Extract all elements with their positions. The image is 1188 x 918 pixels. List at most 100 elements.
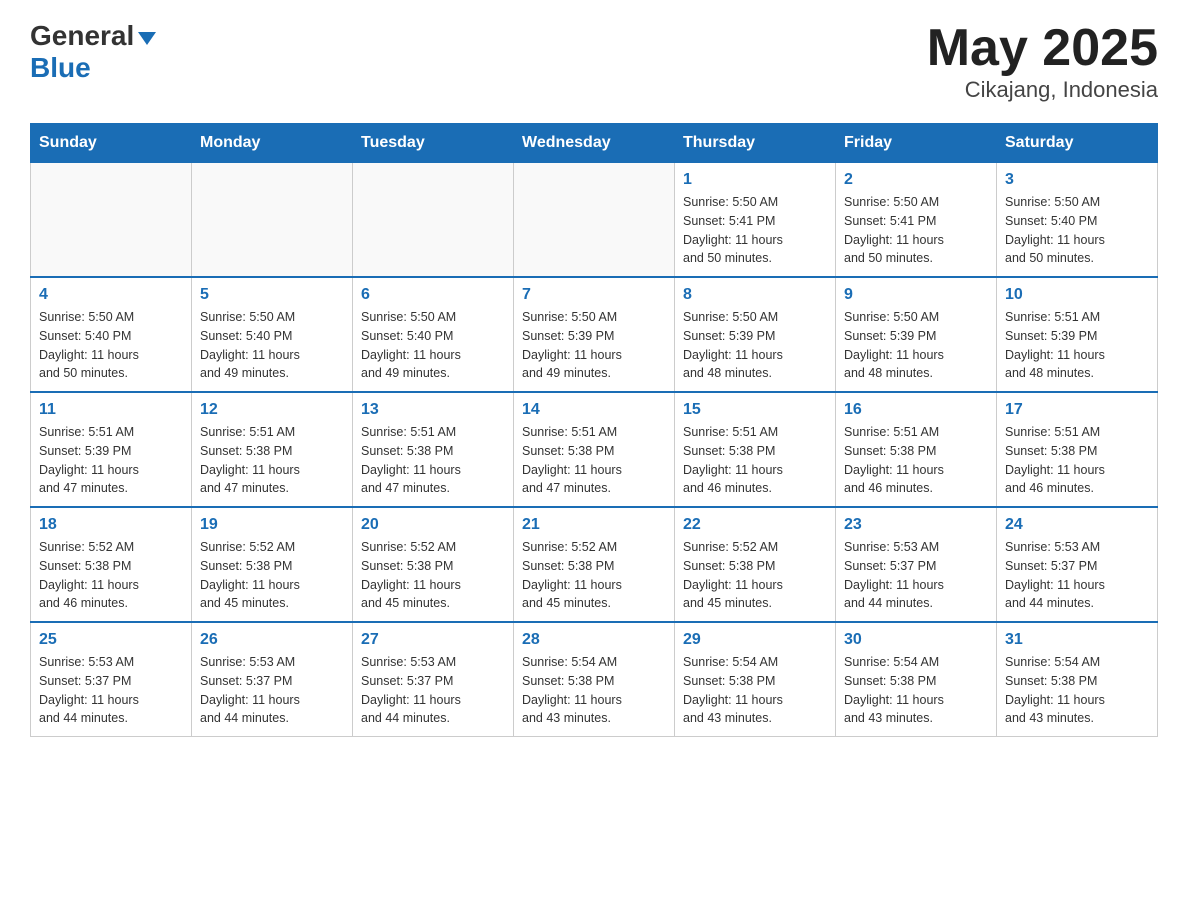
day-number: 31	[1005, 631, 1149, 649]
day-info: Sunrise: 5:54 AM Sunset: 5:38 PM Dayligh…	[1005, 653, 1149, 728]
table-row: 24 Sunrise: 5:53 AM Sunset: 5:37 PM Dayli…	[997, 507, 1158, 622]
logo-triangle-icon	[138, 32, 156, 45]
calendar-subtitle: Cikajang, Indonesia	[927, 77, 1158, 103]
title-block: May 2025 Cikajang, Indonesia	[927, 20, 1158, 103]
day-info: Sunrise: 5:50 AM Sunset: 5:41 PM Dayligh…	[683, 193, 827, 268]
day-info: Sunrise: 5:51 AM Sunset: 5:38 PM Dayligh…	[522, 423, 666, 498]
logo-blue-row: Blue	[30, 52, 91, 84]
table-row: 1 Sunrise: 5:50 AM Sunset: 5:41 PM Daylig…	[675, 163, 836, 278]
day-number: 26	[200, 631, 344, 649]
table-row: 18 Sunrise: 5:52 AM Sunset: 5:38 PM Dayli…	[31, 507, 192, 622]
day-info: Sunrise: 5:52 AM Sunset: 5:38 PM Dayligh…	[522, 538, 666, 613]
table-row: 4Sunrise: 5:50 AM Sunset: 5:40 PM Daylig…	[31, 277, 192, 392]
day-info: Sunrise: 5:51 AM Sunset: 5:39 PM Dayligh…	[39, 423, 183, 498]
table-row: 10Sunrise: 5:51 AM Sunset: 5:39 PM Dayli…	[997, 277, 1158, 392]
table-row	[31, 163, 192, 278]
day-info: Sunrise: 5:50 AM Sunset: 5:40 PM Dayligh…	[200, 308, 344, 383]
day-number: 17	[1005, 401, 1149, 419]
day-number: 10	[1005, 286, 1149, 304]
day-number: 14	[522, 401, 666, 419]
table-row: 17 Sunrise: 5:51 AM Sunset: 5:38 PM Dayli…	[997, 392, 1158, 507]
table-row: 19Sunrise: 5:52 AM Sunset: 5:38 PM Dayli…	[192, 507, 353, 622]
table-row	[353, 163, 514, 278]
day-info: Sunrise: 5:51 AM Sunset: 5:38 PM Dayligh…	[1005, 423, 1149, 498]
calendar-week-row: 18 Sunrise: 5:52 AM Sunset: 5:38 PM Dayli…	[31, 507, 1158, 622]
day-number: 29	[683, 631, 827, 649]
day-number: 21	[522, 516, 666, 534]
day-number: 3	[1005, 171, 1149, 189]
day-number: 6	[361, 286, 505, 304]
table-row: 11 Sunrise: 5:51 AM Sunset: 5:39 PM Dayli…	[31, 392, 192, 507]
day-number: 30	[844, 631, 988, 649]
day-info: Sunrise: 5:51 AM Sunset: 5:38 PM Dayligh…	[844, 423, 988, 498]
day-number: 2	[844, 171, 988, 189]
day-info: Sunrise: 5:52 AM Sunset: 5:38 PM Dayligh…	[39, 538, 183, 613]
day-info: Sunrise: 5:54 AM Sunset: 5:38 PM Dayligh…	[522, 653, 666, 728]
table-row: 5 Sunrise: 5:50 AM Sunset: 5:40 PM Daylig…	[192, 277, 353, 392]
logo-blue-text: Blue	[30, 52, 91, 83]
day-info: Sunrise: 5:53 AM Sunset: 5:37 PM Dayligh…	[1005, 538, 1149, 613]
day-info: Sunrise: 5:53 AM Sunset: 5:37 PM Dayligh…	[361, 653, 505, 728]
day-number: 8	[683, 286, 827, 304]
table-row: 16 Sunrise: 5:51 AM Sunset: 5:38 PM Dayli…	[836, 392, 997, 507]
day-info: Sunrise: 5:53 AM Sunset: 5:37 PM Dayligh…	[200, 653, 344, 728]
table-row: 27 Sunrise: 5:53 AM Sunset: 5:37 PM Dayli…	[353, 622, 514, 737]
day-info: Sunrise: 5:50 AM Sunset: 5:39 PM Dayligh…	[683, 308, 827, 383]
table-row: 15Sunrise: 5:51 AM Sunset: 5:38 PM Dayli…	[675, 392, 836, 507]
logo-general-row: General	[30, 20, 156, 52]
table-row: 29Sunrise: 5:54 AM Sunset: 5:38 PM Dayli…	[675, 622, 836, 737]
day-number: 22	[683, 516, 827, 534]
table-row: 9 Sunrise: 5:50 AM Sunset: 5:39 PM Daylig…	[836, 277, 997, 392]
day-number: 18	[39, 516, 183, 534]
day-number: 25	[39, 631, 183, 649]
day-number: 19	[200, 516, 344, 534]
day-number: 11	[39, 401, 183, 419]
day-number: 1	[683, 171, 827, 189]
table-row: 13 Sunrise: 5:51 AM Sunset: 5:38 PM Dayli…	[353, 392, 514, 507]
day-info: Sunrise: 5:50 AM Sunset: 5:39 PM Dayligh…	[844, 308, 988, 383]
day-number: 5	[200, 286, 344, 304]
table-row: 12Sunrise: 5:51 AM Sunset: 5:38 PM Dayli…	[192, 392, 353, 507]
header-monday: Monday	[192, 124, 353, 163]
day-info: Sunrise: 5:50 AM Sunset: 5:39 PM Dayligh…	[522, 308, 666, 383]
header-sunday: Sunday	[31, 124, 192, 163]
table-row: 22 Sunrise: 5:52 AM Sunset: 5:38 PM Dayli…	[675, 507, 836, 622]
table-row: 2 Sunrise: 5:50 AM Sunset: 5:41 PM Daylig…	[836, 163, 997, 278]
day-info: Sunrise: 5:52 AM Sunset: 5:38 PM Dayligh…	[683, 538, 827, 613]
table-row: 6Sunrise: 5:50 AM Sunset: 5:40 PM Daylig…	[353, 277, 514, 392]
header-thursday: Thursday	[675, 124, 836, 163]
table-row: 30 Sunrise: 5:54 AM Sunset: 5:38 PM Dayli…	[836, 622, 997, 737]
day-info: Sunrise: 5:52 AM Sunset: 5:38 PM Dayligh…	[361, 538, 505, 613]
table-row: 3 Sunrise: 5:50 AM Sunset: 5:40 PM Daylig…	[997, 163, 1158, 278]
day-info: Sunrise: 5:50 AM Sunset: 5:41 PM Dayligh…	[844, 193, 988, 268]
table-row: 31 Sunrise: 5:54 AM Sunset: 5:38 PM Dayli…	[997, 622, 1158, 737]
table-row	[192, 163, 353, 278]
day-number: 16	[844, 401, 988, 419]
calendar-week-row: 1 Sunrise: 5:50 AM Sunset: 5:41 PM Daylig…	[31, 163, 1158, 278]
calendar-table: Sunday Monday Tuesday Wednesday Thursday…	[30, 123, 1158, 737]
header-saturday: Saturday	[997, 124, 1158, 163]
day-number: 23	[844, 516, 988, 534]
day-number: 15	[683, 401, 827, 419]
day-number: 27	[361, 631, 505, 649]
header-friday: Friday	[836, 124, 997, 163]
day-info: Sunrise: 5:54 AM Sunset: 5:38 PM Dayligh…	[844, 653, 988, 728]
table-row: 7Sunrise: 5:50 AM Sunset: 5:39 PM Daylig…	[514, 277, 675, 392]
calendar-header-row: Sunday Monday Tuesday Wednesday Thursday…	[31, 124, 1158, 163]
day-number: 24	[1005, 516, 1149, 534]
day-number: 28	[522, 631, 666, 649]
calendar-week-row: 4Sunrise: 5:50 AM Sunset: 5:40 PM Daylig…	[31, 277, 1158, 392]
table-row: 20Sunrise: 5:52 AM Sunset: 5:38 PM Dayli…	[353, 507, 514, 622]
table-row: 14 Sunrise: 5:51 AM Sunset: 5:38 PM Dayli…	[514, 392, 675, 507]
header-tuesday: Tuesday	[353, 124, 514, 163]
day-number: 13	[361, 401, 505, 419]
day-number: 9	[844, 286, 988, 304]
day-info: Sunrise: 5:50 AM Sunset: 5:40 PM Dayligh…	[1005, 193, 1149, 268]
day-info: Sunrise: 5:51 AM Sunset: 5:38 PM Dayligh…	[200, 423, 344, 498]
logo: General Blue	[30, 20, 156, 84]
table-row: 25Sunrise: 5:53 AM Sunset: 5:37 PM Dayli…	[31, 622, 192, 737]
table-row	[514, 163, 675, 278]
day-info: Sunrise: 5:51 AM Sunset: 5:38 PM Dayligh…	[361, 423, 505, 498]
logo-general-text: General	[30, 20, 134, 51]
header-wednesday: Wednesday	[514, 124, 675, 163]
